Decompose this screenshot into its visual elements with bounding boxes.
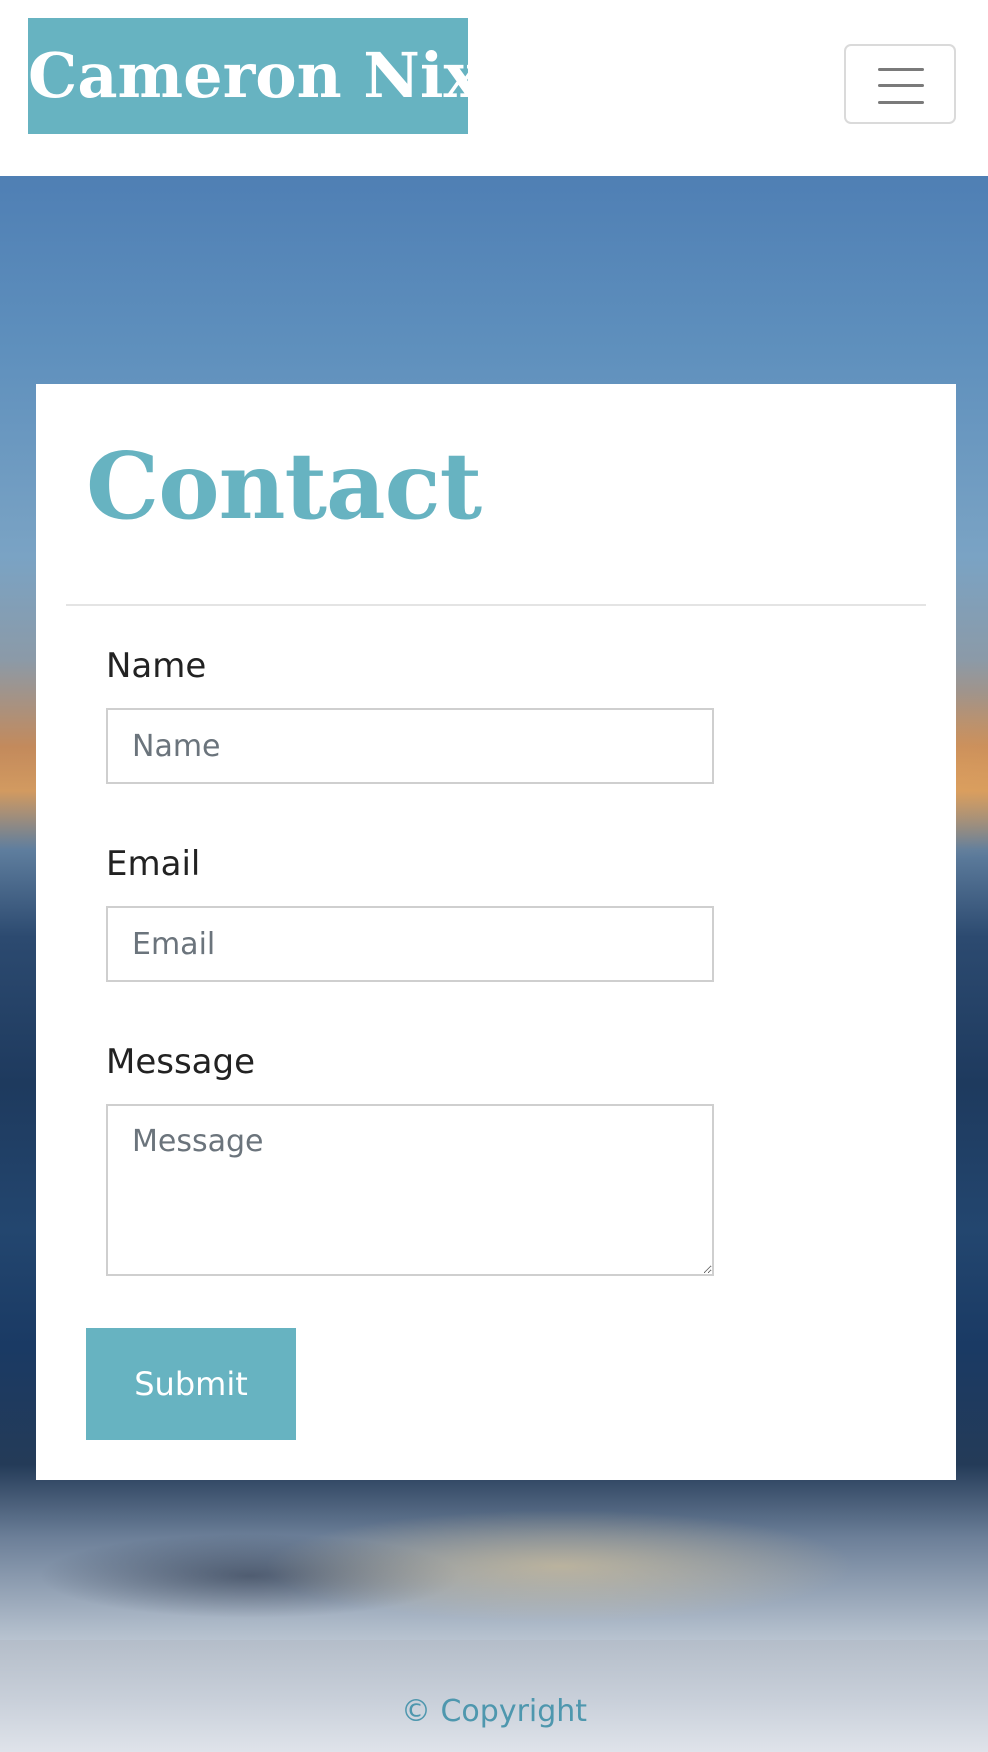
submit-button[interactable]: Submit — [86, 1328, 296, 1440]
message-label: Message — [106, 1042, 256, 1082]
name-label: Name — [106, 646, 207, 686]
page-title: Contact — [86, 432, 482, 540]
hamburger-icon — [878, 68, 924, 104]
copyright-text: © Copyright — [400, 1694, 588, 1729]
message-textarea[interactable] — [106, 1104, 714, 1276]
name-input[interactable] — [106, 708, 714, 784]
contact-card: Contact Name Email Message Submit — [36, 384, 956, 1480]
footer: © Copyright — [0, 1640, 988, 1752]
brand-logo[interactable]: Cameron Nix — [28, 18, 480, 134]
divider — [66, 604, 926, 606]
navbar: Cameron Nix — [0, 0, 988, 176]
email-label: Email — [106, 844, 201, 884]
email-input[interactable] — [106, 906, 714, 982]
navbar-toggle-button[interactable] — [844, 44, 956, 124]
